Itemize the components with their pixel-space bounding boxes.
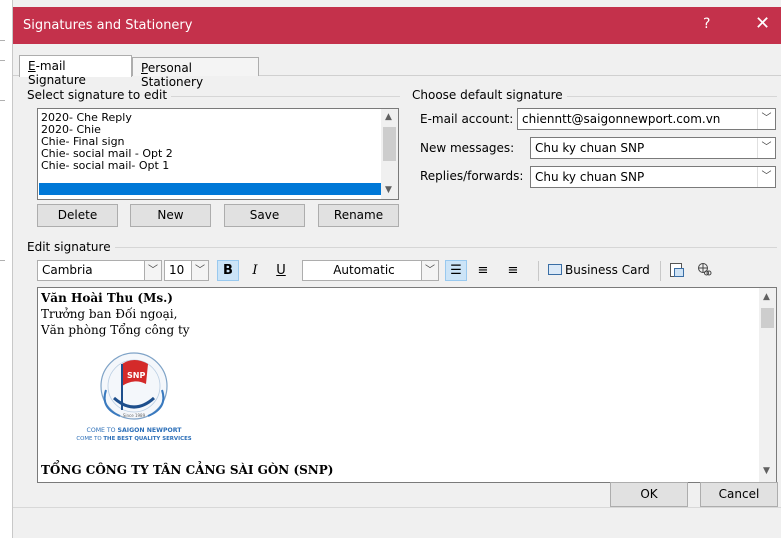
align-right-icon[interactable]: ≡ bbox=[502, 260, 524, 281]
email-account-select[interactable]: chienntt@saigonnewport.com.vn ﹀ bbox=[517, 108, 776, 130]
rename-button[interactable]: Rename bbox=[318, 204, 399, 227]
new-messages-label: New messages: bbox=[420, 141, 515, 155]
list-item-selected[interactable]: Chu ky chuan SNP bbox=[41, 172, 141, 184]
align-center-icon[interactable]: ≡ bbox=[472, 260, 494, 281]
tab-personal-stationery[interactable]: Personal Stationery bbox=[132, 57, 259, 89]
group-divider bbox=[112, 247, 777, 248]
replies-forwards-label: Replies/forwards: bbox=[420, 169, 524, 183]
email-account-label: E-mail account: bbox=[420, 112, 514, 126]
hyperlink-icon[interactable] bbox=[694, 260, 716, 281]
signature-name-line: Văn Hoài Thu (Ms.) bbox=[41, 291, 173, 305]
scroll-thumb[interactable] bbox=[383, 127, 396, 161]
business-card-button[interactable]: Business Card bbox=[548, 260, 650, 281]
svg-text:SNP: SNP bbox=[127, 371, 145, 380]
align-left-icon[interactable]: ☰ bbox=[445, 260, 467, 281]
chevron-down-icon[interactable]: ﹀ bbox=[757, 167, 775, 187]
delete-button[interactable]: Delete bbox=[37, 204, 118, 227]
italic-button[interactable]: I bbox=[244, 260, 266, 281]
dialog-titlebar: Signatures and Stationery ? ✕ bbox=[13, 7, 781, 44]
list-scrollbar[interactable]: ▲ ▼ bbox=[381, 109, 398, 199]
scroll-up-icon[interactable]: ▲ bbox=[763, 292, 770, 302]
background-window-edge bbox=[0, 0, 13, 538]
bold-button[interactable]: B bbox=[217, 260, 239, 281]
scroll-down-icon[interactable]: ▼ bbox=[763, 466, 770, 476]
scroll-down-icon[interactable]: ▼ bbox=[385, 185, 392, 195]
company-logo-image: SNP Since 1989 COME TO SAIGON NEWPORT CO… bbox=[44, 350, 224, 450]
cancel-button[interactable]: Cancel bbox=[700, 482, 778, 507]
toolbar-separator bbox=[660, 261, 661, 281]
chevron-down-icon[interactable]: ﹀ bbox=[191, 261, 208, 280]
chevron-down-icon[interactable]: ﹀ bbox=[421, 261, 438, 280]
svg-text:COME TO SAIGON NEWPORT: COME TO SAIGON NEWPORT bbox=[87, 427, 183, 434]
business-card-icon bbox=[548, 264, 562, 275]
signature-listbox[interactable]: 2020- Che Reply 2020- Chie Chie- Final s… bbox=[37, 108, 399, 200]
signature-title-line: Trưởng ban Đối ngoại, bbox=[41, 307, 178, 321]
font-size-select[interactable]: 10 ﹀ bbox=[164, 260, 209, 281]
save-button[interactable]: Save bbox=[224, 204, 305, 227]
scroll-thumb[interactable] bbox=[761, 308, 774, 328]
new-button[interactable]: New bbox=[130, 204, 211, 227]
dialog-title: Signatures and Stationery bbox=[23, 18, 193, 33]
insert-picture-icon[interactable] bbox=[666, 260, 688, 281]
font-family-select[interactable]: Cambria ﹀ bbox=[37, 260, 162, 281]
new-messages-select[interactable]: Chu ky chuan SNP ﹀ bbox=[530, 137, 776, 159]
chevron-down-icon[interactable]: ﹀ bbox=[757, 109, 775, 129]
signature-editor[interactable]: Văn Hoài Thu (Ms.) Trưởng ban Đối ngoại,… bbox=[37, 287, 777, 483]
ok-button[interactable]: OK bbox=[610, 482, 688, 507]
signature-office-line: Văn phòng Tổng công ty bbox=[41, 323, 190, 337]
font-color-select[interactable]: Automatic ﹀ bbox=[302, 260, 439, 281]
help-button[interactable]: ? bbox=[703, 16, 710, 32]
editor-scrollbar[interactable]: ▲ ▼ bbox=[759, 288, 776, 482]
group-divider bbox=[560, 96, 777, 97]
replies-forwards-select[interactable]: Chu ky chuan SNP ﹀ bbox=[530, 166, 776, 188]
company-name-line: TỔNG CÔNG TY TÂN CẢNG SÀI GÒN (SNP) bbox=[41, 463, 334, 477]
underline-button[interactable]: U bbox=[270, 260, 292, 281]
default-signature-label: Choose default signature bbox=[412, 88, 567, 102]
edit-signature-label: Edit signature bbox=[27, 240, 115, 254]
chevron-down-icon[interactable]: ﹀ bbox=[757, 138, 775, 158]
select-signature-label: Select signature to edit bbox=[27, 88, 172, 102]
dialog-bottom-edge bbox=[13, 507, 781, 508]
chevron-down-icon[interactable]: ﹀ bbox=[144, 261, 161, 280]
toolbar-separator bbox=[538, 261, 539, 281]
svg-text:COME TO THE BEST QUALITY SERVI: COME TO THE BEST QUALITY SERVICES bbox=[76, 436, 191, 442]
scroll-up-icon[interactable]: ▲ bbox=[385, 112, 392, 122]
close-button[interactable]: ✕ bbox=[755, 13, 770, 34]
tab-email-signature[interactable]: E-mail Signature bbox=[19, 55, 132, 87]
svg-text:Since 1989: Since 1989 bbox=[123, 413, 146, 418]
group-divider bbox=[170, 96, 400, 97]
list-selection-highlight bbox=[39, 183, 381, 195]
